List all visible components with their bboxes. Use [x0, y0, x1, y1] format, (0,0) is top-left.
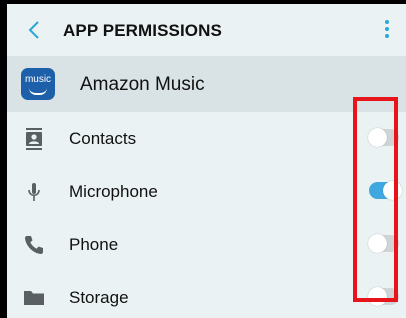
chevron-left-icon[interactable]: [23, 16, 47, 44]
app-row: music Amazon Music: [7, 56, 406, 112]
permission-label: Storage: [69, 288, 129, 307]
toggle-highlight-box: [353, 97, 398, 302]
permission-label: Microphone: [69, 182, 158, 201]
contacts-icon: [26, 128, 42, 150]
page-title: APP PERMISSIONS: [63, 21, 222, 40]
permission-label: Contacts: [69, 129, 137, 148]
app-permissions-screen: APP PERMISSIONS music Amazon Music Conta…: [7, 4, 406, 318]
app-icon-text: music: [24, 74, 52, 85]
header: APP PERMISSIONS: [7, 4, 406, 56]
permission-row-phone[interactable]: Phone: [7, 218, 406, 271]
permission-row-contacts[interactable]: Contacts: [7, 112, 406, 165]
more-vertical-icon[interactable]: [384, 20, 390, 42]
permission-label: Phone: [69, 235, 119, 254]
microphone-icon: [28, 183, 40, 201]
permission-row-storage[interactable]: Storage: [7, 271, 406, 318]
phone-icon: [25, 236, 43, 254]
permission-row-microphone[interactable]: Microphone: [7, 165, 406, 218]
app-name: Amazon Music: [80, 74, 205, 95]
folder-icon: [24, 291, 44, 305]
amazon-music-app-icon: music: [21, 68, 55, 100]
